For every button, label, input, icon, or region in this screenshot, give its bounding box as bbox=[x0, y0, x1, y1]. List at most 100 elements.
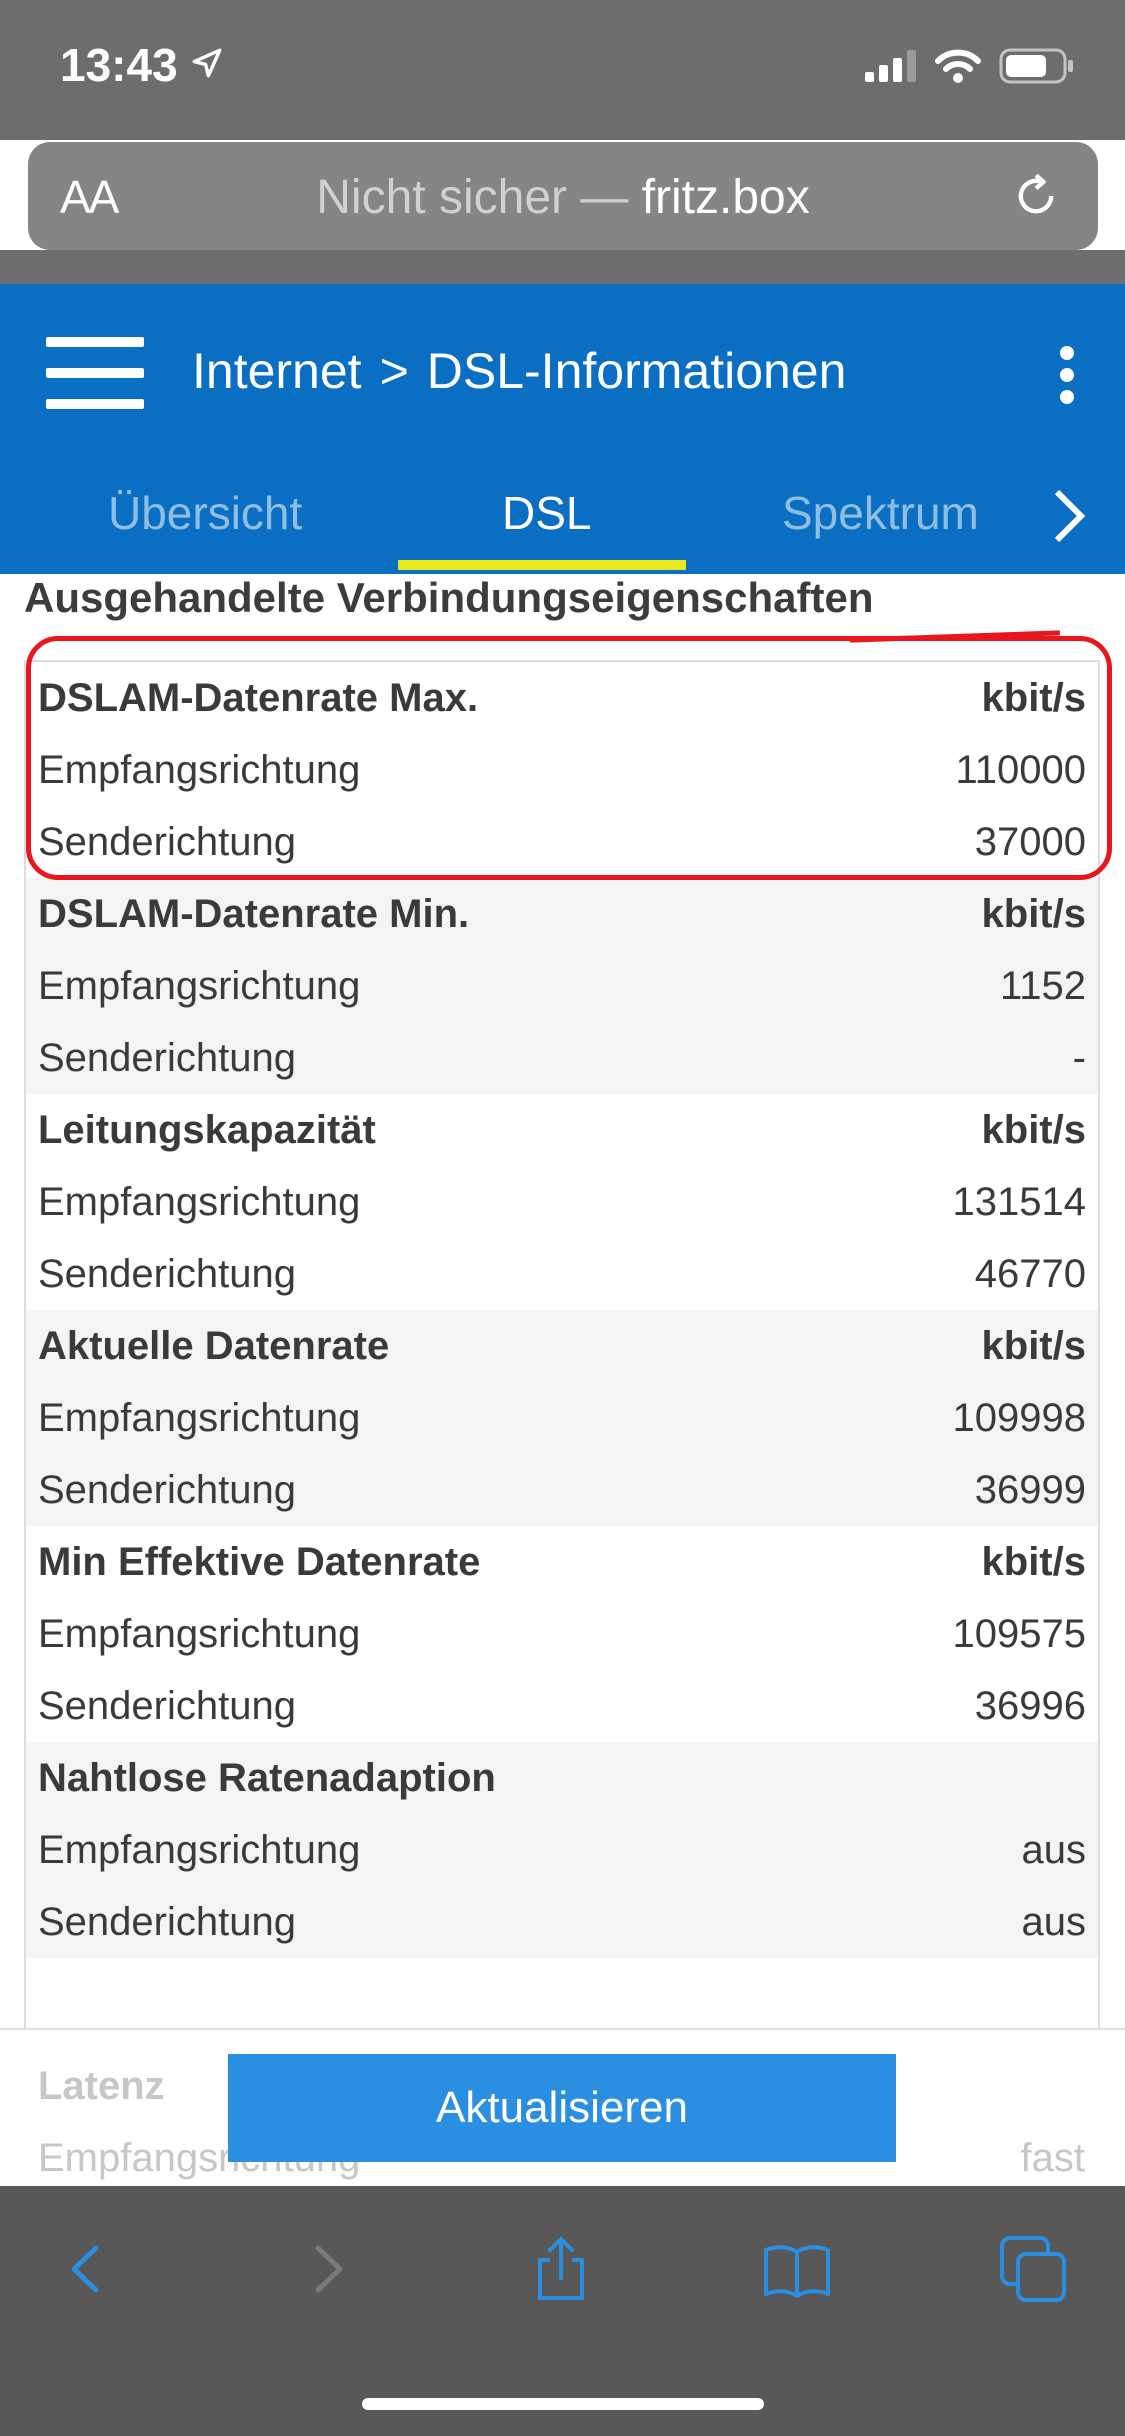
update-button[interactable]: Aktualisieren bbox=[228, 2054, 896, 2162]
row-value: 36996 bbox=[974, 1683, 1086, 1728]
table-group: Min Effektive Datenrate kbit/s Empfangsr… bbox=[26, 1526, 1098, 1742]
row-label: Senderichtung bbox=[38, 819, 296, 864]
section-title: Ausgehandelte Verbindungseigenschaften bbox=[24, 574, 874, 621]
menu-line-icon bbox=[46, 368, 144, 378]
row-value: 36999 bbox=[974, 1467, 1086, 1512]
group-heading: DSLAM-Datenrate Min. bbox=[38, 891, 470, 936]
row-label: Empfangsrichtung bbox=[38, 1611, 361, 1656]
signal-icon bbox=[865, 50, 916, 82]
wifi-icon bbox=[935, 49, 981, 83]
row-label: Empfangsrichtung bbox=[38, 963, 361, 1008]
tab-bar: Übersicht DSL Spektrum bbox=[0, 464, 1125, 574]
row-label: Senderichtung bbox=[38, 1683, 296, 1728]
row-label: Senderichtung bbox=[38, 1251, 296, 1296]
partial-group-heading: Latenz bbox=[38, 2064, 165, 2108]
connection-properties-table: DSLAM-Datenrate Max. kbit/s Empfangsrich… bbox=[24, 660, 1100, 2030]
status-icons bbox=[865, 48, 1075, 84]
menu-line-icon bbox=[46, 399, 144, 409]
table-row: DSLAM-Datenrate Min. kbit/s bbox=[26, 878, 1098, 950]
row-value: 109998 bbox=[952, 1395, 1086, 1440]
unit-label: kbit/s bbox=[981, 1539, 1086, 1584]
table-row: Empfangsrichtung 131514 bbox=[26, 1166, 1098, 1238]
active-tab-indicator bbox=[398, 560, 686, 570]
group-heading: Aktuelle Datenrate bbox=[38, 1323, 390, 1368]
partial-row-value: fast bbox=[1020, 2136, 1085, 2180]
main-content[interactable]: Ausgehandelte Verbindungseigenschaften D… bbox=[0, 574, 1125, 2186]
browser-chrome-edge bbox=[0, 250, 1125, 284]
breadcrumb: Internet > DSL-Informationen bbox=[192, 342, 846, 400]
location-arrow-icon bbox=[192, 48, 222, 78]
menu-line-icon bbox=[46, 337, 144, 347]
chevron-right-icon: > bbox=[379, 343, 409, 399]
page-header: Internet > DSL-Informationen Übersicht D… bbox=[0, 284, 1125, 574]
row-label: Senderichtung bbox=[38, 1035, 296, 1080]
table-row: Senderichtung 37000 bbox=[26, 806, 1098, 878]
breadcrumb-page: DSL-Informationen bbox=[426, 343, 847, 399]
back-icon[interactable] bbox=[52, 2234, 122, 2304]
row-value: 37000 bbox=[974, 819, 1086, 864]
chevron-right-icon[interactable] bbox=[1049, 486, 1089, 546]
group-heading: Nahtlose Ratenadaption bbox=[38, 1755, 496, 1800]
row-value: 46770 bbox=[974, 1251, 1086, 1296]
status-time: 13:43 bbox=[60, 39, 178, 91]
url-host: fritz.box bbox=[641, 171, 810, 224]
table-group: Nahtlose Ratenadaption Empfangsrichtung … bbox=[26, 1742, 1098, 1958]
row-value: 109575 bbox=[952, 1611, 1086, 1656]
unit-label: kbit/s bbox=[981, 1323, 1086, 1368]
row-value: aus bbox=[1021, 1827, 1087, 1872]
table-row: Empfangsrichtung aus bbox=[26, 1814, 1098, 1886]
table-row: Min Effektive Datenrate kbit/s bbox=[26, 1526, 1098, 1598]
tab-dsl[interactable]: DSL bbox=[502, 486, 591, 540]
tabs-icon[interactable] bbox=[998, 2234, 1068, 2304]
table-row: Empfangsrichtung 109998 bbox=[26, 1382, 1098, 1454]
table-group: Leitungskapazität kbit/s Empfangsrichtun… bbox=[26, 1094, 1098, 1310]
tab-uebersicht[interactable]: Übersicht bbox=[108, 486, 302, 540]
table-row: Senderichtung 46770 bbox=[26, 1238, 1098, 1310]
table-row: Empfangsrichtung 1152 bbox=[26, 950, 1098, 1022]
row-value: aus bbox=[1021, 1899, 1087, 1944]
more-options-icon[interactable] bbox=[1055, 346, 1079, 404]
tab-spektrum[interactable]: Spektrum bbox=[782, 486, 979, 540]
row-label: Empfangsrichtung bbox=[38, 1827, 361, 1872]
table-spacer bbox=[26, 1958, 1098, 2030]
breadcrumb-section[interactable]: Internet bbox=[192, 342, 362, 400]
row-value: 131514 bbox=[952, 1179, 1086, 1224]
row-value: 1152 bbox=[999, 963, 1086, 1008]
table-group: Aktuelle Datenrate kbit/s Empfangsrichtu… bbox=[26, 1310, 1098, 1526]
group-heading: Min Effektive Datenrate bbox=[38, 1539, 481, 1584]
status-bar: 13:43 bbox=[0, 0, 1125, 140]
table-group: DSLAM-Datenrate Min. kbit/s Empfangsrich… bbox=[26, 878, 1098, 1094]
unit-label: kbit/s bbox=[981, 1107, 1086, 1152]
table-row: Nahtlose Ratenadaption bbox=[26, 1742, 1098, 1814]
group-heading: DSLAM-Datenrate Max. bbox=[38, 675, 479, 720]
share-icon[interactable] bbox=[526, 2234, 596, 2304]
table-row: Leitungskapazität kbit/s bbox=[26, 1094, 1098, 1166]
table-row: Aktuelle Datenrate kbit/s bbox=[26, 1310, 1098, 1382]
unit-label: kbit/s bbox=[981, 675, 1086, 720]
security-warning: Nicht sicher — bbox=[316, 171, 629, 224]
row-value: - bbox=[1072, 1035, 1086, 1080]
row-label: Senderichtung bbox=[38, 1899, 296, 1944]
table-row: DSLAM-Datenrate Max. kbit/s bbox=[26, 662, 1098, 734]
table-row: Empfangsrichtung 110000 bbox=[26, 734, 1098, 806]
group-heading: Leitungskapazität bbox=[38, 1107, 376, 1152]
table-group: DSLAM-Datenrate Max. kbit/s Empfangsrich… bbox=[26, 662, 1098, 878]
row-label: Empfangsrichtung bbox=[38, 1179, 361, 1224]
row-value: 110000 bbox=[955, 747, 1086, 792]
unit-label: kbit/s bbox=[981, 891, 1086, 936]
row-label: Empfangsrichtung bbox=[38, 1395, 361, 1440]
row-label: Empfangsrichtung bbox=[38, 747, 361, 792]
row-label: Senderichtung bbox=[38, 1467, 296, 1512]
table-row: Senderichtung aus bbox=[26, 1886, 1098, 1958]
reload-icon[interactable] bbox=[1010, 170, 1062, 222]
menu-button[interactable] bbox=[46, 337, 144, 409]
bookmarks-icon[interactable] bbox=[762, 2234, 832, 2304]
forward-icon[interactable] bbox=[292, 2234, 362, 2304]
url-bar[interactable]: AA Nicht sicher — fritz.box bbox=[28, 142, 1098, 250]
battery-icon bbox=[999, 48, 1073, 84]
table-row: Senderichtung - bbox=[26, 1022, 1098, 1094]
table-row: Senderichtung 36996 bbox=[26, 1670, 1098, 1742]
url-text[interactable]: Nicht sicher — fritz.box bbox=[28, 170, 1098, 225]
table-row: Senderichtung 36999 bbox=[26, 1454, 1098, 1526]
table-row: Empfangsrichtung 109575 bbox=[26, 1598, 1098, 1670]
